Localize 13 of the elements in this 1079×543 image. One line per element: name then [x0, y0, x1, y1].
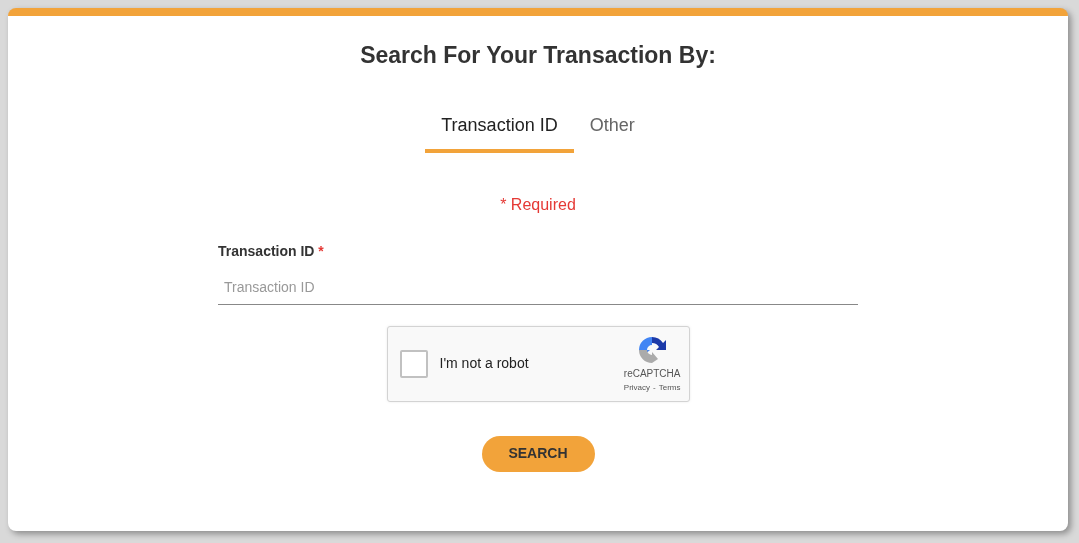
captcha-label: I'm not a robot [439, 354, 529, 373]
captcha-checkbox[interactable] [399, 349, 428, 378]
transaction-id-field[interactable]: Transaction ID [218, 276, 858, 305]
search-button[interactable]: SEARCH [481, 435, 595, 472]
captcha-brand: reCAPTCHA [623, 368, 681, 381]
link-separator: - [653, 382, 656, 393]
terms-link[interactable]: Terms [658, 382, 681, 393]
required-note: * Required [500, 194, 576, 215]
tab[interactable]: Other [573, 102, 651, 153]
page-title: Search For Your Transaction By: [360, 41, 716, 70]
tab[interactable]: Transaction ID [425, 102, 574, 153]
privacy-link[interactable]: Privacy [623, 382, 651, 393]
field-label: Transaction ID * [218, 242, 324, 259]
